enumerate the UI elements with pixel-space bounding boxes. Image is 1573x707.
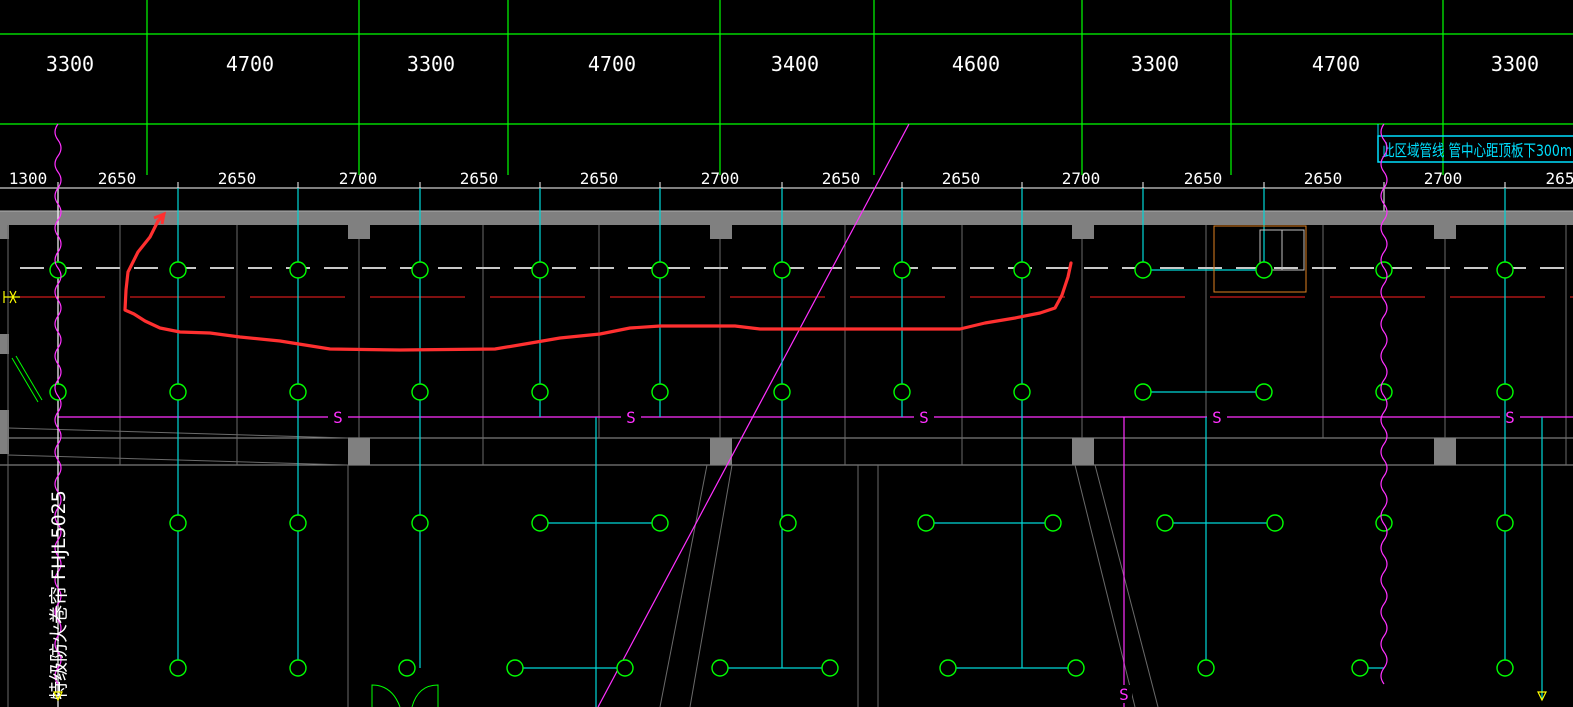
- top-dimension-row: 3300 4700 3300 4700 3400 4600 3300 4700 …: [46, 52, 1539, 76]
- top-dim-1: 3300: [46, 52, 94, 76]
- bottom-dim-12: 2650: [1304, 169, 1343, 188]
- top-dim-5: 3400: [771, 52, 819, 76]
- bottom-dim-13: 2700: [1424, 169, 1463, 188]
- pipe-label-5: S: [1505, 408, 1515, 427]
- top-dim-9: 3300: [1491, 52, 1539, 76]
- zone-note-text: 此区域管线 管中心距顶板下300m: [1382, 141, 1572, 160]
- equipment-box: [1213, 225, 1307, 293]
- top-dim-7: 3300: [1131, 52, 1179, 76]
- bottom-dim-2: 2650: [98, 169, 137, 188]
- fire-curtain-label: 特级防火卷帘 FHJL5025: [48, 490, 70, 700]
- bottom-dim-6: 2650: [580, 169, 619, 188]
- fire-curtain-lines: [54, 123, 1388, 685]
- bottom-dim-9: 2650: [942, 169, 981, 188]
- pipe-label-6: S: [1119, 685, 1129, 704]
- pipe-label-2: S: [626, 408, 636, 427]
- axis-grid: [0, 0, 1573, 175]
- sprinkler-main-pipe: S S S S S S: [58, 408, 1573, 707]
- bottom-dimension-row: 1300 2650 2650 2700 2650 2650 2700 2650 …: [9, 169, 1573, 188]
- bottom-dim-3: 2650: [218, 169, 257, 188]
- top-dim-2: 4700: [226, 52, 274, 76]
- structure: [0, 210, 1573, 707]
- bottom-dim-5: 2650: [460, 169, 499, 188]
- bottom-dim-4: 2700: [339, 169, 378, 188]
- branch-pipes: [57, 188, 1543, 707]
- top-dim-6: 4600: [952, 52, 1000, 76]
- top-dim-4: 4700: [588, 52, 636, 76]
- bottom-dim-8: 2650: [822, 169, 861, 188]
- bottom-dim-10: 2700: [1062, 169, 1101, 188]
- top-dim-8: 4700: [1312, 52, 1360, 76]
- bottom-dim-7: 2700: [701, 169, 740, 188]
- pipe-label-4: S: [1212, 408, 1222, 427]
- red-markup-annotation: [123, 214, 1073, 352]
- top-dim-3: 3300: [407, 52, 455, 76]
- bottom-dim-1: 1300: [9, 169, 48, 188]
- bottom-dim-11: 2650: [1184, 169, 1223, 188]
- bottom-dim-14: 265: [1546, 169, 1573, 188]
- pipe-label-3: S: [919, 408, 929, 427]
- zone-note: 此区域管线 管中心距顶板下300m: [1377, 124, 1573, 163]
- valve-markers: [3, 290, 1547, 702]
- pipe-label-1: S: [333, 408, 343, 427]
- cad-drawing-canvas[interactable]: 3300 4700 3300 4700 3400 4600 3300 4700 …: [0, 0, 1573, 707]
